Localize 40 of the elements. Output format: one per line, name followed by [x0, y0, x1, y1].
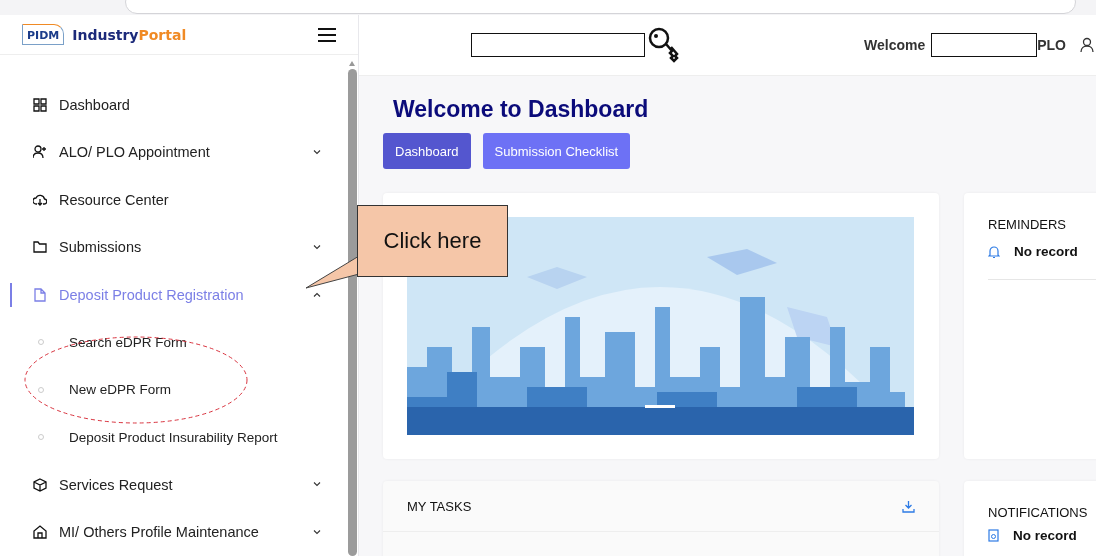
submenu-item[interactable]: Deposit Product Insurability Report: [13, 413, 346, 461]
welcome-text: Welcome: [864, 37, 926, 53]
user-icon[interactable]: [1080, 37, 1094, 53]
card-title: NOTIFICATIONS: [988, 505, 1089, 520]
tab[interactable]: Dashboard: [383, 133, 471, 169]
submenu-item[interactable]: Search eDPR Form: [13, 318, 346, 366]
logo-mark: PIDM: [22, 24, 65, 45]
folder-icon: [33, 240, 47, 255]
sidebar-item[interactable]: Resource Center: [13, 176, 346, 224]
file-icon: [33, 287, 47, 302]
tab[interactable]: Submission Checklist: [482, 133, 631, 169]
empty-text: No record: [1014, 244, 1078, 259]
bell-icon: [988, 244, 1000, 259]
sidebar-item[interactable]: MI/ Others Profile Maintenance: [13, 508, 346, 556]
chevron-icon: [313, 292, 321, 298]
chevron-icon: [313, 529, 321, 535]
menu-icon[interactable]: [318, 27, 336, 42]
sidebar-item[interactable]: Deposit Product Registration: [13, 271, 346, 319]
person-add-icon: [33, 145, 47, 160]
role-text: PLO: [1037, 37, 1066, 53]
chevron-icon: [313, 244, 321, 250]
submenu-item[interactable]: New eDPR Form: [13, 366, 346, 414]
logo-name: IndustryPortal: [72, 26, 187, 43]
sidebar-item[interactable]: Services Request: [13, 461, 346, 509]
cloud-icon: [33, 192, 47, 207]
callout: Click here: [357, 205, 508, 277]
box-icon: [33, 477, 47, 492]
card-title: MY TASKS: [407, 498, 472, 514]
sidebar-item[interactable]: Dashboard: [13, 81, 346, 129]
home-icon: [33, 525, 47, 540]
page-title: Welcome to Dashboard: [393, 96, 650, 123]
chevron-icon: [313, 482, 321, 488]
sidebar-item[interactable]: ALO/ PLO Appointment: [13, 128, 346, 176]
chevron-icon: [313, 149, 321, 155]
grid-icon: [33, 97, 47, 112]
notification-icon: [988, 529, 999, 542]
sidebar-item[interactable]: Submissions: [13, 223, 346, 271]
empty-text: No record: [1013, 528, 1077, 543]
card-title: REMINDERS: [988, 217, 1067, 232]
download-icon[interactable]: [902, 499, 915, 513]
